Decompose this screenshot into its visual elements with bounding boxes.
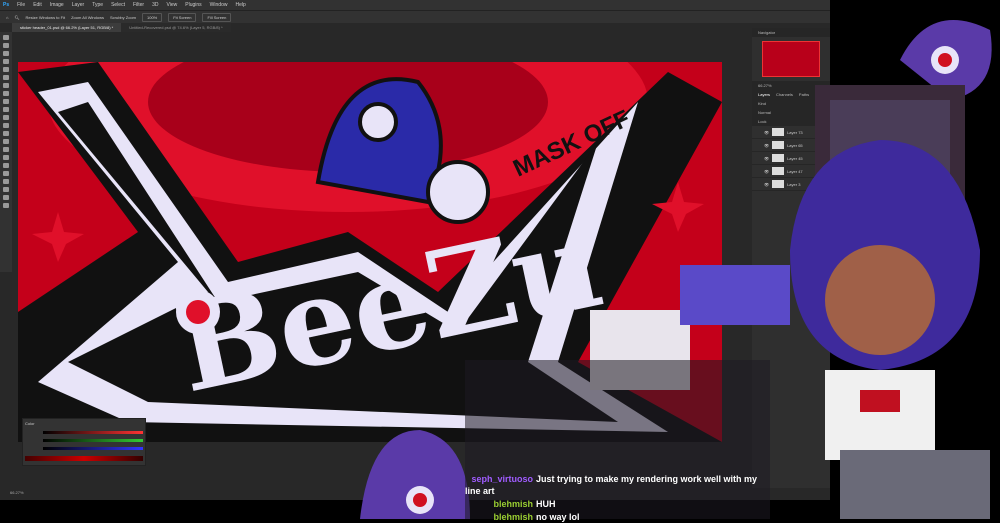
small-character	[426, 160, 490, 224]
hand-tool-icon[interactable]	[3, 187, 9, 192]
eye-icon[interactable]: 👁︎	[764, 169, 769, 174]
tools-panel	[0, 32, 12, 272]
layer-name: Layer 45	[787, 155, 803, 161]
menu-select[interactable]: Select	[111, 2, 125, 8]
layer-row[interactable]: 👁︎ Layer 45	[752, 152, 830, 165]
menu-plugins[interactable]: Plugins	[185, 2, 201, 8]
chat-username[interactable]: seph_virtuoso	[465, 473, 533, 485]
color-panel: Color	[22, 418, 146, 466]
navigator-thumbnail[interactable]	[762, 41, 820, 77]
blend-mode-select[interactable]: Normal	[752, 108, 830, 117]
color-panel-title: Color	[25, 421, 35, 426]
layer-row[interactable]: 👁︎ Layer 3	[752, 178, 830, 191]
menu-help[interactable]: Help	[235, 2, 245, 8]
eye-icon[interactable]: 👁︎	[764, 130, 769, 135]
layer-name: Layer 73	[787, 129, 803, 135]
eraser-tool-icon[interactable]	[3, 123, 9, 128]
stamp-tool-icon[interactable]	[3, 107, 9, 112]
tab-channels[interactable]: Channels	[776, 92, 793, 97]
layer-filter-kind[interactable]: Kind	[752, 99, 830, 108]
tab-paths[interactable]: Paths	[799, 92, 809, 97]
chat-text: no way lol	[536, 512, 580, 522]
green-slider[interactable]	[43, 439, 143, 442]
more-tools-icon[interactable]	[3, 203, 9, 208]
type-tool-icon[interactable]	[3, 163, 9, 168]
history-brush-icon[interactable]	[3, 115, 9, 120]
fill-screen-button[interactable]: Fill Screen	[202, 12, 232, 22]
layer-name: Layer 3	[787, 181, 801, 187]
navigator-header: Navigator	[752, 28, 830, 37]
dodge-tool-icon[interactable]	[3, 147, 9, 152]
layer-row[interactable]: 👁︎ Layer 47	[752, 165, 830, 178]
layer-name: Layer 47	[787, 168, 803, 174]
blur-tool-icon[interactable]	[3, 139, 9, 144]
menu-image[interactable]: Image	[50, 2, 64, 8]
document-tabs: sticker header_01.psd @ 66.2% (Layer 51,…	[12, 23, 231, 32]
photoshop-logo-icon: Ps	[3, 2, 10, 8]
crop-tool-icon[interactable]	[3, 67, 9, 72]
menu-window[interactable]: Window	[210, 2, 228, 8]
fit-screen-button[interactable]: Fit Screen	[168, 12, 197, 22]
frame-tool-icon[interactable]	[3, 75, 9, 80]
menu-view[interactable]: View	[167, 2, 178, 8]
options-bar: ⌂ 🔍︎ Resize Windows to Fit Zoom All Wind…	[0, 10, 830, 23]
eye-icon[interactable]: 👁︎	[764, 156, 769, 161]
gradient-tool-icon[interactable]	[3, 131, 9, 136]
layers-list: 👁︎ Layer 73 👁︎ Layer 65 👁︎ Layer 45 👁︎ Layer…	[752, 126, 830, 191]
layers-tabs: Layers Channels Paths	[752, 90, 830, 99]
layer-name: Layer 65	[787, 142, 803, 148]
chat-username[interactable]: blehmish	[465, 511, 533, 523]
eye-icon[interactable]: 👁︎	[764, 182, 769, 187]
top-mascot	[900, 20, 992, 100]
tab-untitled-recovered[interactable]: Untitled-Recovered.psd @ 74.6% (Layer 5,…	[121, 23, 231, 32]
menu-layer[interactable]: Layer	[72, 2, 85, 8]
zoom-100-button[interactable]: 100%	[142, 12, 163, 22]
chat-message: blehmish no way lol	[465, 511, 765, 523]
eyedropper-tool-icon[interactable]	[3, 83, 9, 88]
home-icon[interactable]: ⌂	[6, 15, 8, 20]
marquee-tool-icon[interactable]	[3, 43, 9, 48]
move-tool-icon[interactable]	[3, 35, 9, 40]
menu-type[interactable]: Type	[92, 2, 103, 8]
brush-tool-icon[interactable]	[3, 99, 9, 104]
chat-message: blehmish HUH	[465, 498, 765, 510]
tv-prop	[815, 85, 965, 215]
layer-row[interactable]: 👁︎ Layer 73	[752, 126, 830, 139]
scrubby-zoom-checkbox[interactable]: Scrubby Zoom	[110, 15, 136, 20]
navigator-zoom[interactable]: 66.27%	[752, 81, 830, 90]
menu-3d[interactable]: 3D	[152, 2, 158, 8]
shape-tool-icon[interactable]	[3, 179, 9, 184]
chat-username[interactable]: blehmish	[465, 498, 533, 510]
color-ramp[interactable]	[25, 456, 143, 461]
menu-bar: Ps File Edit Image Layer Type Select Fil…	[0, 0, 830, 10]
zoom-tool-icon[interactable]	[3, 195, 9, 200]
zoom-all-checkbox[interactable]: Zoom All Windows	[71, 15, 104, 20]
blue-slider[interactable]	[43, 447, 143, 450]
tab-layers[interactable]: Layers	[758, 92, 770, 97]
pen-tool-icon[interactable]	[3, 155, 9, 160]
tab-sticker-header[interactable]: sticker header_01.psd @ 66.2% (Layer 51,…	[12, 23, 122, 32]
lasso-tool-icon[interactable]	[3, 51, 9, 56]
menu-edit[interactable]: Edit	[33, 2, 42, 8]
chat-message: seph_virtuoso Just trying to make my rend…	[465, 473, 765, 497]
chat-text: HUH	[536, 499, 556, 509]
path-select-icon[interactable]	[3, 171, 9, 176]
zoom-icon[interactable]: 🔍︎	[14, 15, 19, 20]
resize-windows-checkbox[interactable]: Resize Windows to Fit	[26, 15, 66, 20]
lock-label: Lock	[752, 117, 830, 126]
red-slider[interactable]	[43, 431, 143, 434]
chat-overlay: seph_virtuoso Just trying to make my rend…	[465, 360, 770, 522]
menu-file[interactable]: File	[17, 2, 25, 8]
menu-filter[interactable]: Filter	[133, 2, 144, 8]
eye-icon[interactable]: 👁︎	[764, 143, 769, 148]
layer-row[interactable]: 👁︎ Layer 65	[752, 139, 830, 152]
select-tool-icon[interactable]	[3, 59, 9, 64]
healing-tool-icon[interactable]	[3, 91, 9, 96]
